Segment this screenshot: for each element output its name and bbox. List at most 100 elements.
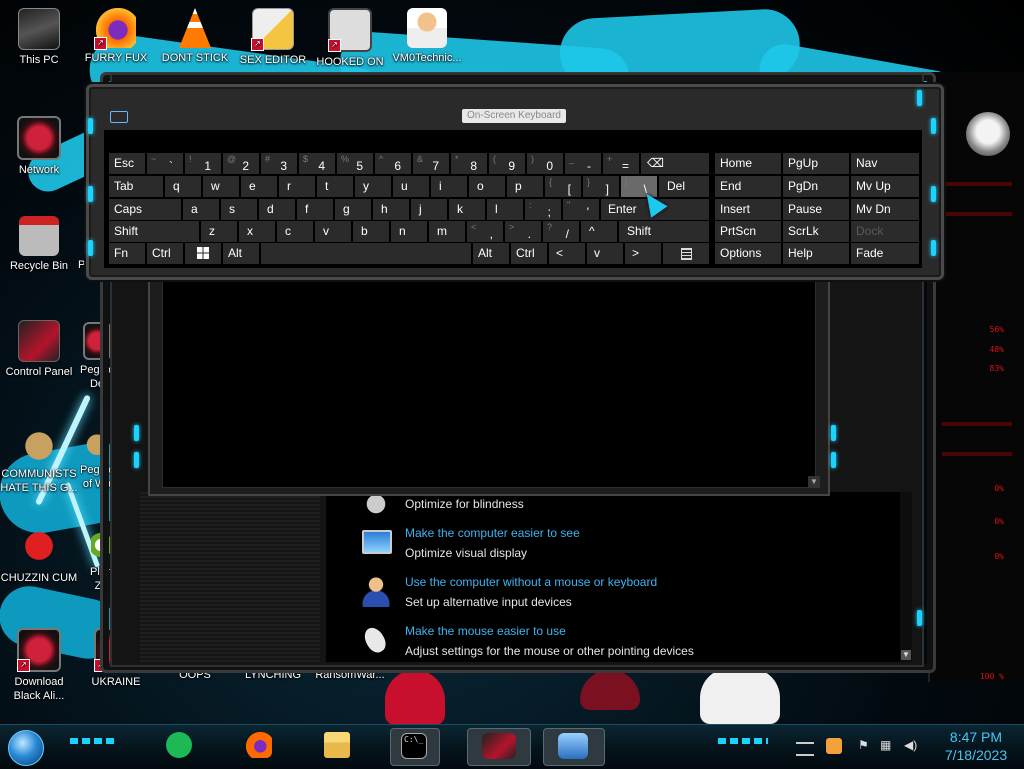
key-z[interactable]: z bbox=[201, 221, 237, 242]
key-e[interactable]: e bbox=[241, 176, 277, 197]
key-caps[interactable]: Caps bbox=[109, 199, 181, 220]
desktop-icon-hooked-on[interactable]: ↗ HOOKED ON bbox=[311, 8, 389, 69]
key-j[interactable]: j bbox=[411, 199, 447, 220]
key-period[interactable]: >. bbox=[505, 221, 541, 242]
key-5[interactable]: % 5 bbox=[337, 153, 373, 174]
key-3[interactable]: #3 bbox=[261, 153, 297, 174]
option-title[interactable]: Make the mouse easier to use bbox=[405, 624, 566, 638]
key-s[interactable]: s bbox=[221, 199, 257, 220]
console-area[interactable] bbox=[162, 274, 816, 488]
scroll-down-arrow[interactable]: ▼ bbox=[808, 476, 820, 488]
key-slash[interactable]: ? / bbox=[543, 221, 579, 242]
key-end[interactable]: End bbox=[715, 176, 781, 197]
key-shift-left[interactable]: Shift bbox=[109, 221, 199, 242]
key-fade[interactable]: Fade bbox=[851, 243, 919, 264]
key-1[interactable]: ! 1 bbox=[185, 153, 221, 174]
desktop-icon-download-black-ali[interactable]: ↗ Download Black Ali... bbox=[0, 628, 78, 703]
key-scrlk[interactable]: ScrLk bbox=[783, 221, 849, 242]
desktop-icon-control-panel[interactable]: Control Panel bbox=[0, 320, 78, 379]
key-tab[interactable]: Tab bbox=[109, 176, 163, 197]
taskbar-file-explorer[interactable] bbox=[316, 728, 356, 764]
key-c[interactable]: c bbox=[277, 221, 313, 242]
key-i[interactable]: i bbox=[431, 176, 467, 197]
key-9[interactable]: (9 bbox=[489, 153, 525, 174]
key-help[interactable]: Help bbox=[783, 243, 849, 264]
key-backtick[interactable]: ~ ` bbox=[147, 153, 183, 174]
volume-icon[interactable]: ◀) bbox=[904, 738, 917, 752]
key-m[interactable]: m bbox=[429, 221, 465, 242]
key-pgup[interactable]: PgUp bbox=[783, 153, 849, 174]
key-l[interactable]: l bbox=[487, 199, 523, 220]
key-v[interactable]: v bbox=[315, 221, 351, 242]
scroll-down-arrow[interactable]: ▼ bbox=[901, 650, 911, 660]
key-alt-left[interactable]: Alt bbox=[223, 243, 259, 264]
black-console-window[interactable]: ▼ bbox=[148, 270, 830, 496]
key-q[interactable]: q bbox=[165, 176, 201, 197]
key-fn[interactable]: Fn bbox=[109, 243, 145, 264]
key-del[interactable]: Del bbox=[659, 176, 709, 197]
key-quote[interactable]: " ' bbox=[563, 199, 599, 220]
key-n[interactable]: n bbox=[391, 221, 427, 242]
key-down-arrow[interactable]: v bbox=[587, 243, 623, 264]
key-k[interactable]: k bbox=[449, 199, 485, 220]
key-6[interactable]: ^ 6 bbox=[375, 153, 411, 174]
key-4[interactable]: $4 bbox=[299, 153, 335, 174]
key-ctrl-right[interactable]: Ctrl bbox=[511, 243, 547, 264]
key-minus[interactable]: _ - bbox=[565, 153, 601, 174]
key-2[interactable]: @2 bbox=[223, 153, 259, 174]
key-nav[interactable]: Nav bbox=[851, 153, 919, 174]
key-up-arrow[interactable]: ^ bbox=[581, 221, 617, 242]
key-g[interactable]: g bbox=[335, 199, 371, 220]
desktop-icon-dont-stick[interactable]: DONT STICK bbox=[156, 8, 234, 65]
key-comma[interactable]: <, bbox=[467, 221, 503, 242]
taskbar-control-panel[interactable] bbox=[543, 728, 605, 766]
key-left-arrow[interactable]: < bbox=[549, 243, 585, 264]
key-8[interactable]: * 8 bbox=[451, 153, 487, 174]
key-alt-right[interactable]: Alt bbox=[473, 243, 509, 264]
start-button[interactable] bbox=[8, 730, 44, 766]
flag-icon[interactable]: ⚑ bbox=[858, 738, 869, 752]
key-pgdn[interactable]: PgDn bbox=[783, 176, 849, 197]
desktop-icon-recycle-bin[interactable]: Recycle Bin bbox=[0, 216, 78, 273]
show-hidden-icons[interactable] bbox=[796, 742, 814, 756]
taskbar-alienware[interactable] bbox=[467, 728, 531, 766]
key-f[interactable]: f bbox=[297, 199, 333, 220]
scrollbar[interactable]: ▼ bbox=[900, 492, 912, 662]
key-windows[interactable] bbox=[185, 243, 221, 264]
key-right-arrow[interactable]: > bbox=[625, 243, 661, 264]
desktop-icon-network[interactable]: Network bbox=[0, 116, 78, 177]
key-semicolon[interactable]: :; bbox=[525, 199, 561, 220]
key-shift-right[interactable]: Shift bbox=[619, 221, 709, 242]
key-left-bracket[interactable]: {[ bbox=[545, 176, 581, 197]
key-7[interactable]: & 7 bbox=[413, 153, 449, 174]
desktop-icon-chuzzin[interactable]: CHUZZIN CUM bbox=[0, 528, 78, 585]
key-space[interactable] bbox=[261, 243, 471, 264]
key-r[interactable]: r bbox=[279, 176, 315, 197]
key-prtscn[interactable]: PrtScn bbox=[715, 221, 781, 242]
desktop-icon-sex-editor[interactable]: ↗ SEX EDITOR bbox=[234, 8, 312, 67]
key-pause[interactable]: Pause bbox=[783, 199, 849, 220]
key-mv-up[interactable]: Mv Up bbox=[851, 176, 919, 197]
key-y[interactable]: y bbox=[355, 176, 391, 197]
key-x[interactable]: x bbox=[239, 221, 275, 242]
notification-icon[interactable] bbox=[826, 738, 842, 754]
option-title[interactable]: Use the computer without a mouse or keyb… bbox=[405, 575, 657, 589]
desktop-icon-communists[interactable]: COMMUNISTS HATE THIS G... bbox=[0, 424, 78, 495]
key-d[interactable]: d bbox=[259, 199, 295, 220]
key-right-bracket[interactable]: }] bbox=[583, 176, 619, 197]
key-0[interactable]: ) 0 bbox=[527, 153, 563, 174]
key-b[interactable]: b bbox=[353, 221, 389, 242]
key-mv-dn[interactable]: Mv Dn bbox=[851, 199, 919, 220]
taskbar-clock[interactable]: 8:47 PM 7/18/2023 bbox=[936, 728, 1016, 764]
key-home[interactable]: Home bbox=[715, 153, 781, 174]
network-icon[interactable]: ▦ bbox=[880, 738, 891, 752]
key-t[interactable]: t bbox=[317, 176, 353, 197]
key-ctrl-left[interactable]: Ctrl bbox=[147, 243, 183, 264]
taskbar-firefox[interactable] bbox=[238, 728, 278, 764]
key-equals[interactable]: + = bbox=[603, 153, 639, 174]
key-menu[interactable] bbox=[663, 243, 709, 264]
key-p[interactable]: p bbox=[507, 176, 543, 197]
key-a[interactable]: a bbox=[183, 199, 219, 220]
key-esc[interactable]: Esc bbox=[109, 153, 145, 174]
key-options[interactable]: Options bbox=[715, 243, 781, 264]
